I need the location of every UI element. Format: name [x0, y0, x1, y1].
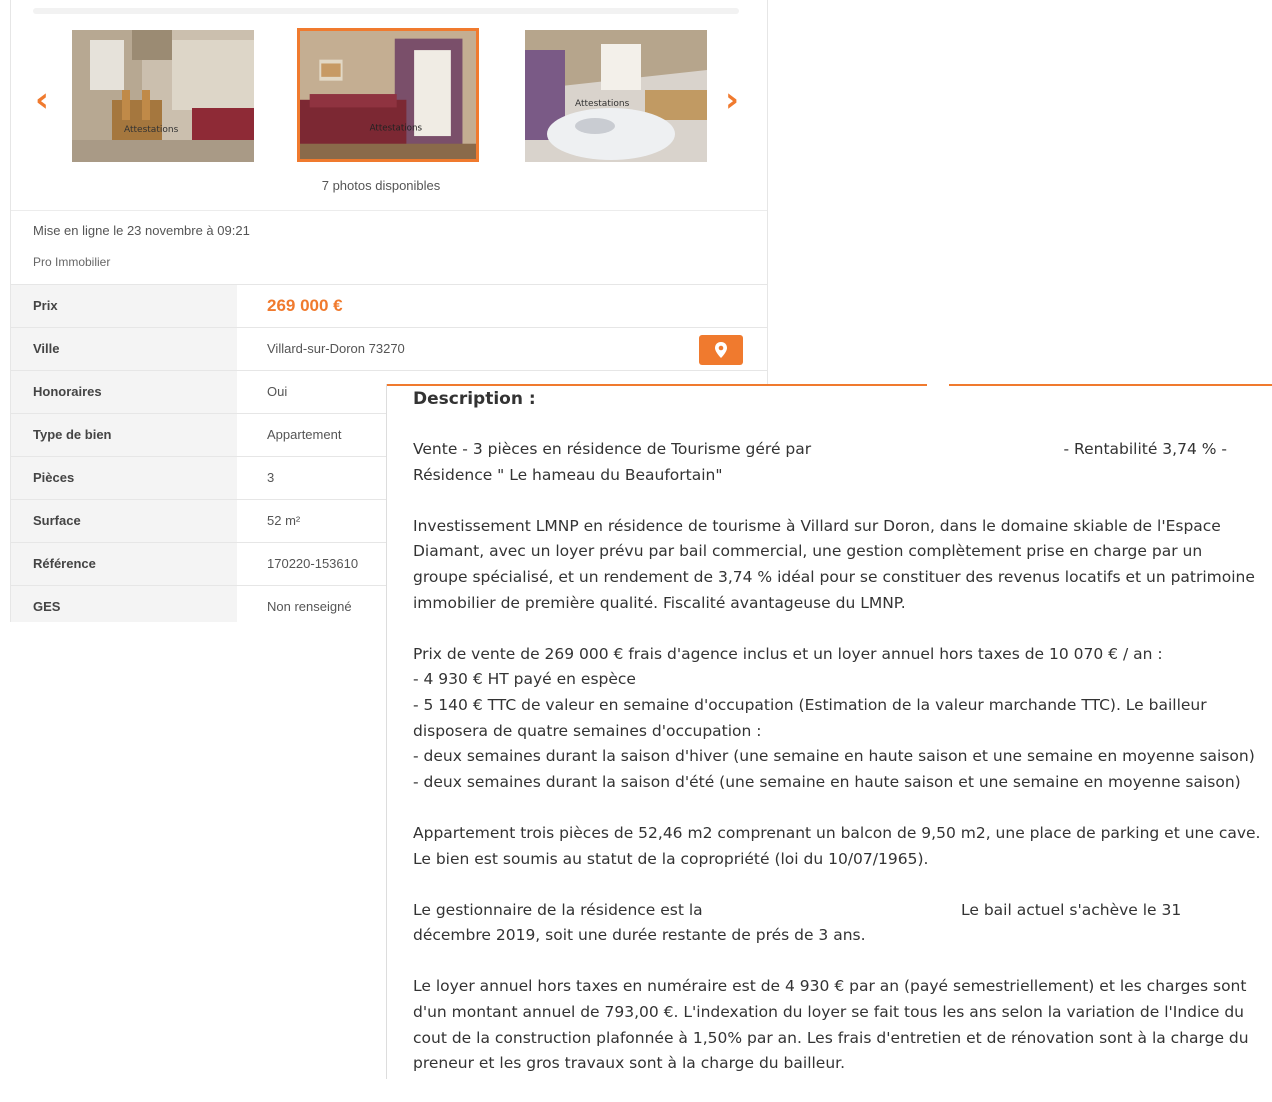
svg-text:Attestations: Attestations	[124, 125, 179, 135]
description-paragraph-manager: Le gestionnaire de la résidence est la L…	[413, 898, 1253, 949]
description-line: Appartement trois pièces de 52,46 m2 com…	[413, 823, 1261, 842]
description-line: Prix de vente de 269 000 € frais d'agenc…	[413, 644, 1163, 663]
map-location-button[interactable]	[699, 335, 743, 365]
gallery-next-arrow-icon[interactable]: ›	[717, 80, 747, 120]
description-title: Description :	[413, 389, 536, 409]
description-line: - deux semaines durant la saison d'hiver…	[413, 747, 1255, 766]
description-paragraph-investment: Investissement LMNP en résidence de tour…	[413, 514, 1255, 616]
published-date: Mise en ligne le 23 novembre à 09:21	[33, 223, 250, 238]
property-label: Honoraires	[11, 371, 237, 413]
reference-value: 170220-153610	[267, 556, 359, 571]
price-value: 269 000 €	[267, 296, 343, 315]
description-paragraph-intro: Vente - 3 pièces en résidence de Tourism…	[413, 437, 1253, 488]
bedroom-bed-photo-icon: Attestations	[525, 30, 707, 162]
description-line: Diamant, avec un loyer prévu par bail co…	[413, 542, 1203, 561]
rooms-value: 3	[267, 470, 275, 485]
property-label: Type de bien	[11, 414, 237, 456]
description-line: - 5 140 € TTC de valeur en semaine d'occ…	[413, 695, 1207, 714]
map-pin-icon	[715, 342, 727, 358]
description-line: preneur et les gros travaux sont à la ch…	[413, 1054, 846, 1073]
gallery-thumbnail-3[interactable]: Attestations	[525, 30, 707, 162]
property-label: Ville	[11, 328, 237, 370]
description-line: d'un montant annuel de 793,00 €. L'index…	[413, 1003, 1244, 1022]
description-line: Le gestionnaire de la résidence est la L…	[413, 898, 1253, 924]
description-paragraph-rent: Le loyer annuel hors taxes en numéraire …	[413, 974, 1253, 1076]
description-line: groupe spécialisé, et un rendement de 3,…	[413, 567, 1255, 586]
listing-meta: Mise en ligne le 23 novembre à 09:21 Pro…	[11, 210, 767, 285]
description-line: immobilier de première qualité. Fiscalit…	[413, 593, 906, 612]
description-line: disposera de quatre semaines d'occupatio…	[413, 721, 762, 740]
city-value: Villard-sur-Doron 73270	[267, 341, 405, 356]
description-paragraph-apartment: Appartement trois pièces de 52,46 m2 com…	[413, 821, 1261, 872]
type-value: Appartement	[267, 427, 342, 442]
description-line: cout de la construction plafonnée à 1,50…	[413, 1028, 1249, 1047]
description-body: Description : Vente - 3 pièces en réside…	[413, 386, 1261, 1102]
gallery-prev-arrow-icon[interactable]: ‹	[27, 80, 57, 120]
seller-type: Pro Immobilier	[33, 255, 111, 269]
fees-value: Oui	[267, 384, 288, 399]
description-paragraph-price: Prix de vente de 269 000 € frais d'agenc…	[413, 642, 1255, 796]
card-top-bar	[33, 8, 739, 14]
description-line: - deux semaines durant la saison d'été (…	[413, 772, 1241, 791]
gallery-thumbnail-1[interactable]: Attestations	[72, 30, 254, 162]
description-text: Le gestionnaire de la résidence est la	[413, 900, 703, 919]
description-line: Vente - 3 pièces en résidence de Tourism…	[413, 437, 1253, 463]
photo-count-label: 7 photos disponibles	[321, 178, 441, 193]
property-label: Prix	[11, 285, 237, 327]
property-row-city: Ville Villard-sur-Doron 73270	[11, 327, 767, 370]
property-label: Surface	[11, 500, 237, 542]
photo-count: 7 photos disponibles	[11, 178, 767, 193]
surface-value: 52 m²	[267, 513, 301, 528]
description-line: décembre 2019, soit une durée restante d…	[413, 926, 866, 945]
property-label: Pièces	[11, 457, 237, 499]
yield-text: - Rentabilité 3,74 % -	[1063, 440, 1227, 458]
svg-text:Attestations: Attestations	[370, 123, 423, 133]
description-panel: Description : Vente - 3 pièces en réside…	[386, 384, 1272, 1079]
ges-value: Non renseigné	[267, 599, 352, 614]
description-line: Le loyer annuel hors taxes en numéraire …	[413, 977, 1247, 996]
description-line: Investissement LMNP en résidence de tour…	[413, 516, 1221, 535]
bedroom-window-photo-icon: Attestations	[300, 31, 476, 159]
svg-text:Attestations: Attestations	[575, 99, 630, 109]
description-text: Vente - 3 pièces en résidence de Tourism…	[413, 440, 812, 458]
living-room-photo-icon: Attestations	[72, 30, 254, 162]
description-line: Résidence " Le hameau du Beaufortain"	[413, 465, 723, 484]
description-line: - 4 930 € HT payé en espèce	[413, 670, 636, 689]
lease-end-text: Le bail actuel s'achève le 31	[961, 900, 1182, 919]
property-row-price: Prix 269 000 €	[11, 284, 767, 327]
photo-gallery: ‹ Attestations Attestations Attestations…	[11, 20, 767, 210]
description-line: Le bien est soumis au statut de la copro…	[413, 849, 929, 868]
property-label: Référence	[11, 543, 237, 585]
property-label: GES	[11, 586, 237, 622]
gallery-thumbnail-2-selected[interactable]: Attestations	[297, 28, 479, 162]
